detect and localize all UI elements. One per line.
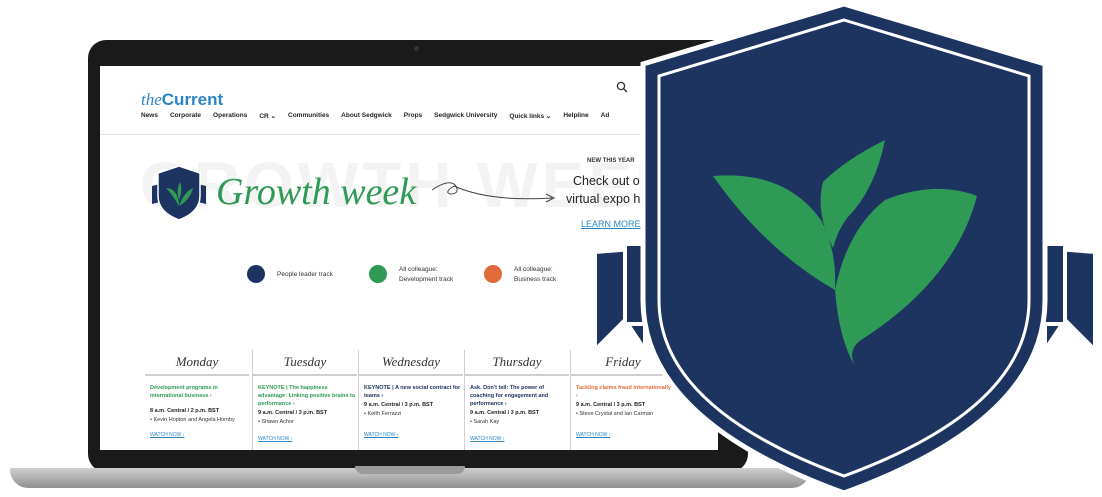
session-speaker: • Sarah Kay [470, 419, 500, 425]
legend-label-people-leader: People leader track [277, 271, 334, 278]
session-speaker: • Shawn Achor [258, 419, 294, 425]
day-column-thursday: Thursday Ask. Don't tell: The power of c… [464, 350, 569, 450]
nav-item-operations[interactable]: Operations [213, 112, 247, 120]
growth-shield-icon [593, 1, 1097, 496]
legend-dot-development [369, 265, 387, 283]
laptop-notch [355, 466, 465, 474]
session-title[interactable]: KEYNOTE | A new social contract for team… [364, 384, 462, 400]
logo-current: Current [161, 90, 224, 109]
watch-now-link[interactable]: WATCH NOW › [364, 432, 462, 438]
main-nav: News Corporate Operations CR ⌄ Communiti… [141, 112, 621, 120]
site-logo[interactable]: theCurrent [141, 90, 223, 110]
watch-now-link[interactable]: WATCH NOW › [258, 436, 356, 442]
nav-item-about[interactable]: About Sedgwick [341, 112, 392, 120]
nav-item-university[interactable]: Sedgwick University [434, 112, 497, 120]
session-time: 9 a.m. Central / 3 p.m. BST [470, 410, 540, 416]
watch-now-link[interactable]: WATCH NOW › [470, 436, 568, 442]
nav-item-quick-links[interactable]: Quick links ⌄ [509, 112, 551, 120]
day-divider [465, 374, 569, 376]
logo-the: the [141, 90, 162, 109]
session-title[interactable]: Ask. Don't tell: The power of coaching f… [470, 384, 568, 408]
nav-item-props[interactable]: Props [404, 112, 422, 120]
legend-label-development: All colleague: Development track [399, 266, 454, 283]
session-time: 8 a.m. Central / 2 p.m. BST [150, 408, 220, 414]
nav-item-news[interactable]: News [141, 112, 158, 120]
day-divider [359, 374, 463, 376]
legend-dot-people-leader [247, 265, 265, 283]
session-title[interactable]: KEYNOTE | The happiness advantage: Linki… [258, 384, 356, 408]
day-divider [253, 374, 357, 376]
legend-label-business: All colleague: Business track [514, 266, 557, 283]
day-column-wednesday: Wednesday KEYNOTE | A new social contrac… [358, 350, 463, 450]
session-title[interactable]: Development programs in international bu… [150, 384, 248, 400]
session-time: 9 a.m. Central / 3 p.m. BST [364, 402, 434, 408]
nav-item-corporate[interactable]: Corporate [170, 112, 201, 120]
day-name: Wednesday [381, 354, 440, 369]
growth-week-badge-icon [152, 165, 206, 221]
day-divider [145, 374, 249, 376]
watch-now-link[interactable]: WATCH NOW › [150, 432, 248, 438]
hero-arrow-icon [431, 182, 556, 203]
session-speaker: • Kevin Hopton and Angela Hornby [150, 417, 235, 423]
laptop-camera [414, 46, 419, 51]
day-name: Thursday [492, 354, 542, 369]
hero-title: Growth week [216, 171, 417, 213]
nav-item-communities[interactable]: Communities [288, 112, 329, 120]
nav-item-cr[interactable]: CR ⌄ [259, 112, 276, 120]
day-column-tuesday: Tuesday KEYNOTE | The happiness advantag… [252, 350, 357, 450]
day-name: Tuesday [283, 354, 327, 369]
day-column-monday: Monday Development programs in internati… [145, 350, 249, 450]
session-speaker: • Keith Ferrazzi [364, 411, 402, 417]
day-name: Monday [175, 354, 219, 369]
session-time: 9 a.m. Central / 3 p.m. BST [258, 410, 328, 416]
legend-dot-business [484, 265, 502, 283]
